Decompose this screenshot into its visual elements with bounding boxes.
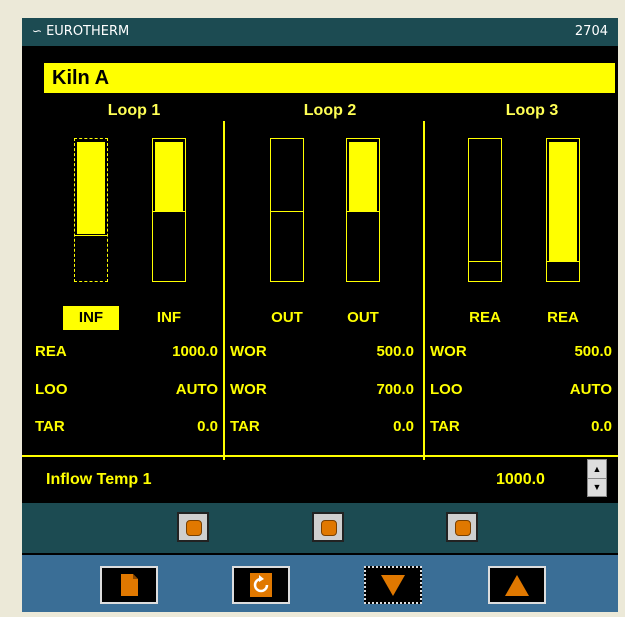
brand-name: EUROTHERM — [46, 24, 130, 39]
param-label[interactable]: WOR — [430, 343, 467, 360]
loop-1-heading: Loop 1 — [107, 102, 161, 119]
param-label[interactable]: WOR — [230, 381, 267, 398]
divider — [223, 121, 225, 471]
page-icon — [121, 574, 138, 596]
controller-panel: ∽ EUROTHERM 2704 Kiln A Loop 1 Loop 2 Loo… — [22, 18, 618, 612]
param-value[interactable]: 1000.0 — [122, 343, 218, 360]
up-button[interactable] — [488, 566, 546, 604]
dot-icon — [455, 520, 471, 536]
param-label[interactable]: TAR — [430, 418, 460, 435]
param-value[interactable]: 0.0 — [516, 418, 612, 435]
refresh-button[interactable] — [232, 566, 290, 604]
param-value[interactable]: 0.0 — [318, 418, 414, 435]
param-label[interactable]: LOO — [35, 381, 68, 398]
param-label[interactable]: TAR — [230, 418, 260, 435]
bar-label[interactable]: INF — [141, 306, 197, 330]
loop-3-heading: Loop 3 — [505, 102, 559, 119]
dot-button-2[interactable] — [312, 512, 344, 542]
param-label[interactable]: LOO — [430, 381, 463, 398]
bar-label[interactable]: OUT — [259, 306, 315, 330]
loop-2-heading: Loop 2 — [303, 102, 357, 119]
bar-loop3-rea-1[interactable] — [468, 138, 502, 282]
bar-label[interactable]: OUT — [335, 306, 391, 330]
bar-loop3-rea-2[interactable] — [546, 138, 580, 282]
dot-icon — [186, 520, 202, 536]
eurotherm-logo-icon: ∽ — [32, 24, 43, 38]
dot-button-1[interactable] — [177, 512, 209, 542]
bar-loop2-out-1[interactable] — [270, 138, 304, 282]
arrow-down-icon — [381, 575, 405, 596]
status-row: Inflow Temp 1 1000.0 — [22, 460, 618, 498]
param-value[interactable]: 500.0 — [516, 343, 612, 360]
down-button[interactable] — [364, 566, 422, 604]
refresh-icon — [250, 573, 272, 597]
param-label[interactable]: TAR — [35, 418, 65, 435]
bar-loop2-out-2[interactable] — [346, 138, 380, 282]
param-value[interactable]: 0.0 — [122, 418, 218, 435]
page-button[interactable] — [100, 566, 158, 604]
param-value[interactable]: AUTO — [516, 381, 612, 398]
title-bar: ∽ EUROTHERM 2704 — [22, 18, 618, 46]
divider — [423, 121, 425, 471]
dot-icon — [321, 520, 337, 536]
param-label[interactable]: WOR — [230, 343, 267, 360]
brand: ∽ EUROTHERM — [32, 24, 129, 39]
param-value[interactable]: 500.0 — [318, 343, 414, 360]
bar-label[interactable]: REA — [535, 306, 591, 330]
bar-loop1-inf-2[interactable] — [152, 138, 186, 282]
bar-label-selected[interactable]: INF — [63, 306, 119, 330]
spinner-down-icon[interactable]: ▼ — [588, 478, 606, 496]
bar-label[interactable]: REA — [457, 306, 513, 330]
param-value[interactable]: AUTO — [122, 381, 218, 398]
param-label[interactable]: REA — [35, 343, 67, 360]
divider — [22, 455, 618, 457]
value-spinner[interactable]: ▲ ▼ — [587, 459, 607, 497]
arrow-up-icon — [505, 575, 529, 596]
dot-button-3[interactable] — [446, 512, 478, 542]
status-label: Inflow Temp 1 — [46, 471, 152, 488]
model-number: 2704 — [574, 24, 608, 39]
bar-loop1-inf-1[interactable] — [74, 138, 108, 282]
spinner-up-icon[interactable]: ▲ — [588, 460, 606, 479]
status-value[interactable]: 1000.0 — [496, 471, 545, 489]
page-title: Kiln A — [44, 63, 615, 93]
param-value[interactable]: 700.0 — [318, 381, 414, 398]
